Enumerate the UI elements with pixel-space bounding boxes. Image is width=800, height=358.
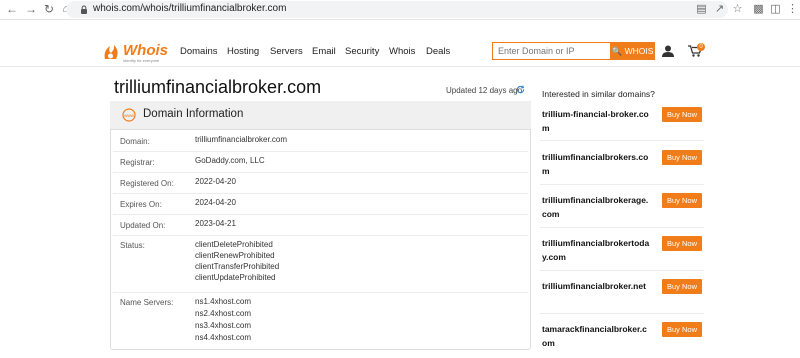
row-value-updated: 2023-04-21: [195, 219, 236, 228]
suggestion-divider: [540, 270, 704, 271]
row-value-domain: trilliumfinancialbroker.com: [195, 135, 288, 144]
row-value-status: clientUpdateProhibited: [195, 273, 276, 282]
logo-mark-icon: [104, 45, 118, 59]
suggestion-domain[interactable]: trilliumfinancialbrokertoday.com: [542, 237, 652, 264]
row-label-domain: Domain:: [120, 137, 150, 146]
row-divider: [113, 292, 528, 293]
back-icon[interactable]: ←: [5, 2, 19, 16]
similar-domains-heading: Interested in similar domains?: [542, 89, 655, 99]
row-label-updated: Updated On:: [120, 221, 166, 230]
lock-icon: [81, 5, 87, 14]
menu-deals[interactable]: Deals: [426, 46, 450, 57]
sidepanel-icon[interactable]: ◫: [769, 3, 782, 16]
buy-now-button[interactable]: Buy Now: [662, 279, 702, 294]
menu-servers[interactable]: Servers: [270, 46, 303, 57]
updated-text: Updated 12 days ago: [446, 86, 523, 95]
row-label-nameservers: Name Servers:: [120, 298, 174, 307]
whois-logo[interactable]: Whois Identity for everyone: [101, 42, 173, 65]
translate-icon[interactable]: ▤: [695, 3, 708, 16]
whois-search-button[interactable]: 🔍 WHOIS: [610, 42, 655, 60]
row-divider: [113, 193, 528, 194]
buy-now-button[interactable]: Buy Now: [662, 150, 702, 165]
menu-security[interactable]: Security: [345, 46, 379, 57]
whois-search-label: WHOIS: [624, 46, 654, 56]
suggestion-divider: [540, 140, 704, 141]
suggestion-divider: [540, 227, 704, 228]
row-value-expires: 2024-04-20: [195, 198, 236, 207]
row-value-nameserver: ns2.4xhost.com: [195, 309, 252, 318]
card-title: Domain Information: [143, 108, 244, 120]
menu-whois[interactable]: Whois: [389, 46, 415, 57]
row-label-registered: Registered On:: [120, 179, 174, 188]
row-value-nameserver: ns1.4xhost.com: [195, 297, 252, 306]
bookmark-star-icon[interactable]: ☆: [731, 3, 744, 16]
buy-now-button[interactable]: Buy Now: [662, 193, 702, 208]
suggestion-divider: [540, 313, 704, 314]
row-label-expires: Expires On:: [120, 200, 162, 209]
suggestion-domain[interactable]: trilliumfinancialbrokers.com: [542, 151, 652, 178]
row-divider: [113, 172, 528, 173]
domain-search-input[interactable]: [492, 42, 611, 60]
suggestion-divider: [540, 184, 704, 185]
row-value-registrar: GoDaddy.com, LLC: [195, 156, 265, 165]
user-icon[interactable]: [662, 45, 674, 57]
share-icon[interactable]: ↗: [713, 3, 726, 16]
row-value-registered: 2022-04-20: [195, 177, 236, 186]
row-label-status: Status:: [120, 241, 145, 250]
page-title: trilliumfinancialbroker.com: [114, 77, 322, 97]
domain-info-card: [110, 101, 531, 350]
suggestion-domain[interactable]: trillium-financial-broker.com: [542, 108, 652, 135]
refresh-icon[interactable]: [516, 85, 525, 94]
svg-text:www: www: [124, 113, 134, 118]
logo-tagline: Identity for everyone: [123, 58, 160, 63]
row-divider: [113, 151, 528, 152]
address-url[interactable]: whois.com/whois/trilliumfinancialbroker.…: [93, 3, 286, 14]
row-value-nameserver: ns4.4xhost.com: [195, 333, 252, 342]
row-divider: [113, 214, 528, 215]
menu-email[interactable]: Email: [312, 46, 336, 57]
buy-now-button[interactable]: Buy Now: [662, 322, 702, 337]
www-globe-icon: www: [122, 108, 136, 122]
row-divider: [113, 235, 528, 236]
browser-menu-icon[interactable]: ⋮: [786, 3, 799, 16]
buy-now-button[interactable]: Buy Now: [662, 236, 702, 251]
suggestion-domain[interactable]: trilliumfinancialbrokerage.com: [542, 194, 652, 221]
row-label-registrar: Registrar:: [120, 158, 155, 167]
reload-icon[interactable]: ↻: [42, 2, 56, 16]
forward-icon[interactable]: →: [24, 2, 38, 16]
buy-now-button[interactable]: Buy Now: [662, 107, 702, 122]
logo-text: Whois: [123, 42, 168, 59]
menu-domains[interactable]: Domains: [180, 46, 218, 57]
row-value-nameserver: ns3.4xhost.com: [195, 321, 252, 330]
menu-hosting[interactable]: Hosting: [227, 46, 259, 57]
cart-count-badge: 0: [697, 43, 705, 51]
suggestion-domain[interactable]: tamarackfinancialbroker.com: [542, 323, 652, 350]
extensions-icon[interactable]: ▩: [752, 3, 765, 16]
suggestion-domain[interactable]: trilliumfinancialbroker.net: [542, 280, 652, 294]
